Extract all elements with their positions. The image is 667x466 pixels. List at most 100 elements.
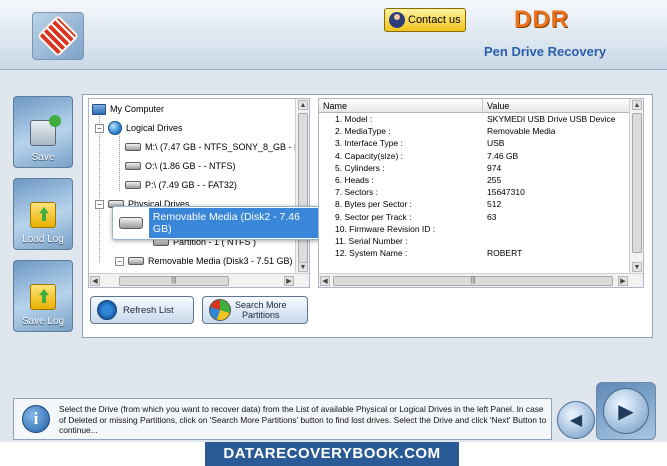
tree-node-drive-o[interactable]: O:\ (1.86 GB - - NTFS) [125, 158, 236, 174]
refresh-list-button[interactable]: Refresh List [90, 296, 194, 324]
scroll-up-icon[interactable]: ▲ [298, 100, 308, 110]
table-row[interactable]: 2. MediaType : Removable Media [319, 125, 631, 137]
scroll-right-icon[interactable]: ▶ [618, 276, 628, 286]
disk-icon [125, 162, 141, 170]
grid-body: 1. Model : SKYMEDI USB Drive USB Device 2.… [319, 113, 631, 259]
contact-us-button[interactable]: Contact us [384, 8, 466, 32]
property-value [483, 235, 631, 247]
scroll-down-icon[interactable]: ▼ [632, 262, 642, 272]
property-value: 15647310 [487, 187, 525, 198]
info-text: Select the Drive (from which you want to… [59, 404, 547, 435]
load-log-button[interactable]: Load Log [13, 178, 73, 250]
property-name: 7. Sectors : [335, 187, 378, 198]
pie-chart-icon [209, 299, 231, 321]
scroll-thumb[interactable] [298, 113, 308, 263]
scroll-thumb[interactable] [632, 113, 642, 253]
table-row[interactable]: 3. Interface Type : USB [319, 137, 631, 149]
globe-icon [108, 121, 122, 135]
table-row[interactable]: 7. Sectors : 15647310 [319, 186, 631, 198]
tree-label: Removable Media (Disk3 - 7.51 GB) [148, 256, 293, 266]
table-row[interactable]: 8. Bytes per Sector : 512 [319, 198, 631, 210]
column-header-value[interactable]: Value [483, 99, 631, 112]
table-row[interactable]: 12. System Name : ROBERT [319, 247, 631, 259]
drive-tree[interactable]: My Computer − Logical Drives M:\ (7.47 G… [88, 98, 310, 288]
property-value [483, 223, 631, 235]
table-row[interactable]: 4. Capacity(size) : 7.46 GB [319, 150, 631, 162]
table-row[interactable]: 6. Heads : 255 [319, 174, 631, 186]
app-window: Contact us DDR Pen Drive Recovery Save L… [0, 0, 667, 466]
brand-title: DDR [514, 6, 569, 33]
column-header-name[interactable]: Name [319, 99, 483, 112]
disk-icon [125, 143, 141, 151]
table-row[interactable]: 11. Serial Number : [319, 235, 631, 247]
selected-drive-item[interactable]: Removable Media (Disk2 - 7.46 GB) [112, 206, 326, 240]
save-button[interactable]: Save [13, 96, 73, 168]
property-name: 5. Cylinders : [335, 162, 385, 173]
tree-node-drive-p[interactable]: P:\ (7.49 GB - - FAT32) [125, 177, 237, 193]
search-more-label: Search More Partitions [235, 300, 287, 320]
tree-line [119, 131, 120, 191]
property-value: 7.46 GB [487, 150, 519, 161]
back-arrow-icon: ◀ [569, 412, 583, 429]
scroll-left-icon[interactable]: ◀ [90, 276, 100, 286]
property-value: Removable Media [487, 126, 556, 137]
tree-node-disk3[interactable]: − Removable Media (Disk3 - 7.51 GB) [115, 253, 293, 269]
contact-us-label: Contact us [408, 14, 461, 26]
property-name: 11. Serial Number : [335, 235, 408, 246]
save-label: Save [31, 152, 55, 163]
property-value: SKYMEDI USB Drive USB Device [487, 114, 616, 124]
selected-drive-label: Removable Media (Disk2 - 7.46 GB) [148, 208, 325, 238]
app-logo [32, 12, 84, 60]
scroll-right-icon[interactable]: ▶ [284, 276, 294, 286]
tree-node-my-computer[interactable]: My Computer [92, 101, 164, 117]
drive-properties-grid: Name Value 1. Model : SKYMEDI USB Drive U… [318, 98, 644, 288]
property-value: 974 [487, 162, 502, 173]
product-tagline: Pen Drive Recovery [484, 44, 607, 59]
tree-label: M:\ (7.47 GB - NTFS_SONY_8_GB - NT [145, 142, 307, 152]
scroll-thumb[interactable]: ||| [119, 276, 229, 286]
folder-upload-icon [30, 202, 56, 228]
scroll-up-icon[interactable]: ▲ [632, 100, 642, 110]
table-row[interactable]: 10. Firmware Revision ID : [319, 223, 631, 235]
footer-site-label: DATARECOVERYBOOK.COM [205, 442, 459, 466]
tree-horizontal-scrollbar[interactable]: ◀ ||| ▶ [89, 273, 309, 287]
computer-icon [92, 103, 106, 115]
tree-label: O:\ (1.86 GB - - NTFS) [145, 161, 236, 171]
collapse-toggle-icon[interactable]: − [95, 199, 104, 209]
table-row[interactable]: 5. Cylinders : 974 [319, 162, 631, 174]
search-more-partitions-button[interactable]: Search More Partitions [202, 296, 308, 324]
next-button[interactable]: ▶ [603, 388, 649, 434]
property-name: 1. Model : [335, 114, 373, 124]
collapse-toggle-icon[interactable]: − [115, 256, 124, 266]
next-arrow-icon: ▶ [618, 400, 634, 423]
tree-label: My Computer [110, 104, 165, 114]
person-icon [389, 12, 405, 28]
logo-icon [39, 17, 77, 55]
grid-horizontal-scrollbar[interactable]: ◀ ||| ▶ [319, 273, 643, 287]
grid-vertical-scrollbar[interactable]: ▲ ▼ [629, 99, 643, 287]
disk-icon [125, 181, 141, 189]
tree-label: P:\ (7.49 GB - - FAT32) [145, 180, 237, 190]
collapse-toggle-icon[interactable]: − [95, 123, 104, 133]
tree-node-logical-drives[interactable]: − Logical Drives [95, 120, 183, 136]
scroll-down-icon[interactable]: ▼ [298, 262, 308, 272]
save-log-button[interactable]: Save Log [13, 260, 73, 332]
property-value: 255 [487, 174, 502, 185]
tree-vertical-scrollbar[interactable]: ▲ ▼ [295, 99, 309, 287]
scroll-thumb[interactable]: ||| [333, 276, 613, 286]
table-row[interactable]: 9. Sector per Track : 63 [319, 211, 631, 223]
scroll-left-icon[interactable]: ◀ [320, 276, 330, 286]
table-row[interactable]: 1. Model : SKYMEDI USB Drive USB Device [319, 113, 631, 125]
load-log-label: Load Log [22, 234, 64, 245]
property-name: 9. Sector per Track : [335, 211, 412, 222]
search-more-label-line1: Search More [235, 300, 287, 310]
property-name: 6. Heads : [335, 174, 374, 185]
property-name: 8. Bytes per Sector : [335, 199, 413, 210]
refresh-icon [97, 300, 117, 320]
search-more-label-line2: Partitions [242, 310, 280, 320]
back-button[interactable]: ◀ [557, 401, 595, 439]
save-drive-icon [30, 115, 61, 146]
tree-node-drive-m[interactable]: M:\ (7.47 GB - NTFS_SONY_8_GB - NT [125, 139, 306, 155]
property-name: 12. System Name : [335, 248, 408, 259]
save-log-label: Save Log [21, 316, 65, 327]
